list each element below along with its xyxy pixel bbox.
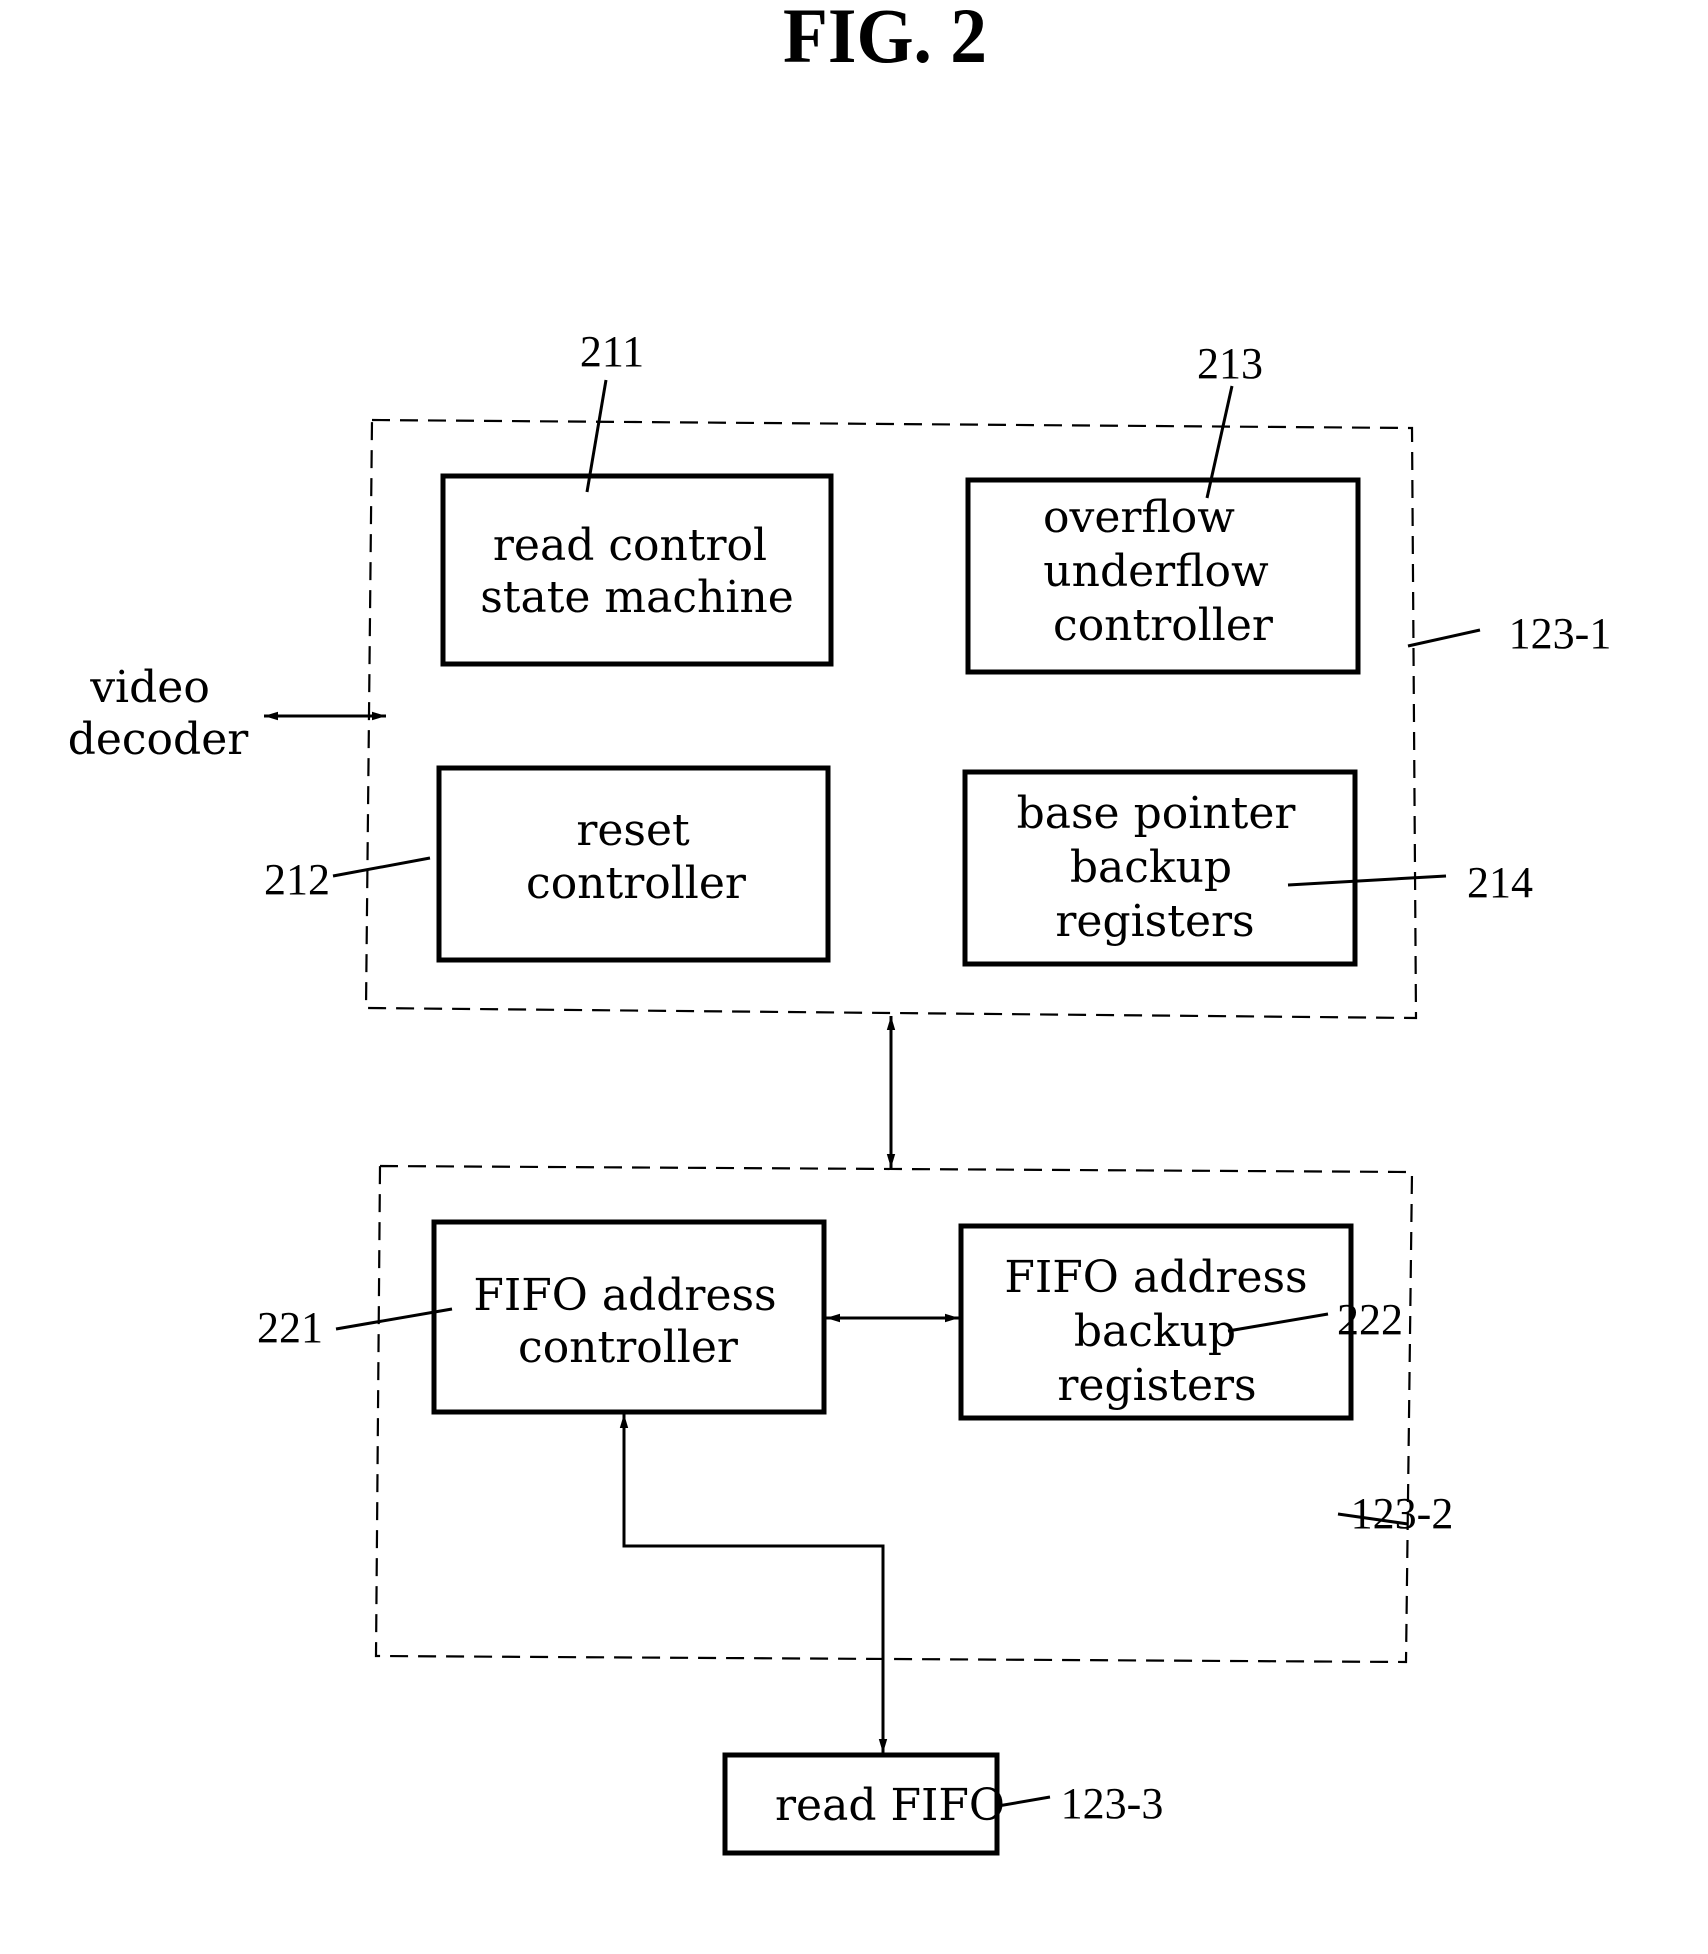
ref-label-123-2: 123-2 xyxy=(1351,1489,1454,1538)
block-123-3-read-fifo[interactable]: read FIFO xyxy=(722,1752,1005,1856)
block-213-overflow-underflow-controller[interactable]: overflow underflow controller xyxy=(965,477,1361,675)
block-221-fifo-address-controller[interactable]: FIFO address controller xyxy=(431,1219,827,1415)
block-diagram: FIG. 2 read control state machine overfl… xyxy=(68,0,1612,1856)
leader-123-3 xyxy=(997,1795,1051,1808)
ref-label-221: 221 xyxy=(257,1303,323,1352)
block-211-read-control-state-machine[interactable]: read control state machine xyxy=(440,473,834,667)
ref-label-222: 222 xyxy=(1337,1295,1403,1344)
block-211-label: read control state machine xyxy=(480,520,794,623)
leader-212 xyxy=(332,856,431,878)
figure-title: FIG. 2 xyxy=(783,0,987,79)
ref-label-213: 213 xyxy=(1197,339,1263,388)
arrow-221-to-read-fifo xyxy=(619,1414,888,1753)
ref-label-211: 211 xyxy=(580,327,644,376)
block-123-3-label: read FIFO xyxy=(775,1780,1005,1831)
ref-label-212: 212 xyxy=(264,855,330,904)
block-212-reset-controller[interactable]: reset controller xyxy=(436,765,831,963)
block-214-base-pointer-backup-registers[interactable]: base pointer backup registers xyxy=(962,769,1358,967)
video-decoder-label: video decoder xyxy=(68,662,250,765)
block-222-fifo-address-backup-registers[interactable]: FIFO address backup registers xyxy=(958,1223,1354,1421)
ref-label-123-1: 123-1 xyxy=(1509,609,1612,658)
ref-label-123-3: 123-3 xyxy=(1061,1779,1164,1828)
leader-123-1 xyxy=(1407,628,1481,648)
block-213-label: overflow underflow controller xyxy=(1043,492,1283,651)
ref-label-214: 214 xyxy=(1467,858,1533,907)
